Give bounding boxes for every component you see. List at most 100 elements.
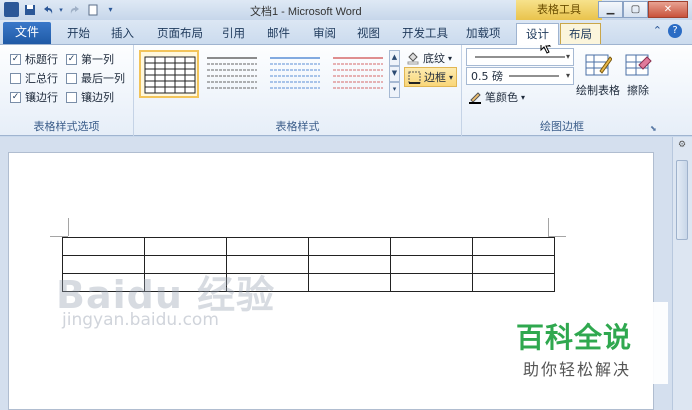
checkbox-box[interactable]: ✓ bbox=[66, 53, 77, 65]
line-weight-dropdown[interactable]: 0.5 磅 ▾ bbox=[466, 67, 574, 85]
checkbox-banded-rows[interactable]: ✓ 镶边行 bbox=[10, 89, 58, 105]
table-style-grid[interactable] bbox=[139, 50, 199, 98]
gallery-down-icon[interactable]: ▼ bbox=[389, 66, 400, 82]
shading-button[interactable]: 底纹 ▾ bbox=[406, 50, 452, 66]
minimize-icon[interactable]: ▁ bbox=[598, 1, 623, 18]
eraser-label: 擦除 bbox=[627, 84, 649, 97]
ribbon-tabs: 文件 开始 插入 页面布局 引用 邮件 审阅 视图 开发工具 加载项 设计 布局… bbox=[0, 20, 692, 45]
table-cell[interactable] bbox=[308, 255, 391, 274]
window-title: 文档1 - Microsoft Word bbox=[250, 6, 362, 18]
table-cell[interactable] bbox=[144, 237, 227, 256]
shading-label: 底纹 bbox=[423, 52, 445, 65]
draw-table-button[interactable]: 绘制表格 bbox=[576, 51, 620, 98]
checkbox-label: 第一列 bbox=[81, 53, 114, 66]
chevron-down-icon: ▾ bbox=[521, 92, 526, 102]
new-document-icon[interactable] bbox=[85, 2, 100, 17]
paint-bucket-icon bbox=[407, 52, 419, 65]
tab-mailings[interactable]: 邮件 bbox=[267, 23, 290, 44]
checkbox-label: 最后一列 bbox=[81, 72, 125, 85]
table-cell[interactable] bbox=[308, 237, 391, 256]
borders-button[interactable]: 边框 ▾ bbox=[404, 67, 458, 87]
help-icon[interactable]: ? bbox=[668, 24, 682, 38]
window-controls: ▁ ▢ ✕ bbox=[598, 1, 688, 18]
brand-title: 百科全说 bbox=[516, 321, 633, 354]
checkbox-banded-columns[interactable]: 镶边列 bbox=[66, 89, 114, 105]
table-cell[interactable] bbox=[472, 273, 555, 292]
checkbox-label: 镶边行 bbox=[25, 91, 58, 104]
borders-icon bbox=[408, 71, 421, 84]
tab-file[interactable]: 文件 bbox=[3, 22, 51, 44]
table-style-light-blue[interactable] bbox=[265, 50, 325, 98]
brand-subtitle: 助你轻松解决 bbox=[523, 360, 632, 379]
checkbox-box[interactable] bbox=[66, 72, 77, 84]
group-label: 表格样式选项 bbox=[33, 120, 100, 133]
quick-access-toolbar: W ▾ ▾ bbox=[4, 2, 118, 17]
dialog-launcher-icon[interactable]: ⬊ bbox=[650, 124, 657, 133]
close-icon[interactable]: ✕ bbox=[648, 1, 688, 18]
ribbon: ✓ 标题行 ✓ 第一列 汇总行 最后一列 ✓ 镶边行 镶边列 表格样式选项 表格样式 bbox=[0, 44, 692, 136]
style-gallery-scroller: ▲ ▼ ▾ bbox=[389, 50, 400, 98]
line-weight-value: 0.5 磅 bbox=[471, 70, 503, 83]
table-style-plain-gray[interactable] bbox=[202, 50, 262, 98]
pen-color-button[interactable]: 笔颜色 ▾ bbox=[468, 89, 525, 105]
checkbox-box[interactable] bbox=[10, 72, 21, 84]
tab-page-layout[interactable]: 页面布局 bbox=[157, 23, 203, 44]
checkbox-first-column[interactable]: ✓ 第一列 bbox=[66, 51, 114, 67]
table-cell[interactable] bbox=[472, 237, 555, 256]
table-cell[interactable] bbox=[390, 255, 473, 274]
pen-icon bbox=[469, 92, 481, 104]
tab-view[interactable]: 视图 bbox=[357, 23, 380, 44]
gallery-more-icon[interactable]: ▾ bbox=[389, 82, 400, 98]
redo-icon[interactable] bbox=[67, 2, 82, 17]
chevron-down-icon: ▾ bbox=[565, 52, 570, 61]
tab-layout[interactable]: 布局 bbox=[560, 23, 601, 44]
tab-design[interactable]: 设计 bbox=[516, 23, 559, 45]
table-style-gallery bbox=[137, 50, 399, 104]
customize-qat-icon[interactable]: ▾ bbox=[103, 2, 118, 17]
tab-add-ins[interactable]: 加载项 bbox=[466, 23, 501, 44]
chevron-down-icon: ▾ bbox=[565, 71, 570, 80]
draw-table-icon bbox=[585, 54, 612, 76]
save-icon[interactable] bbox=[22, 2, 37, 17]
minimize-ribbon-icon[interactable]: ⌃ bbox=[653, 24, 662, 38]
group-label: 表格样式 bbox=[275, 120, 320, 133]
table-row[interactable] bbox=[62, 237, 555, 256]
tab-references[interactable]: 引用 bbox=[222, 23, 245, 44]
tab-developer[interactable]: 开发工具 bbox=[402, 23, 448, 44]
pen-color-label: 笔颜色 bbox=[485, 91, 518, 104]
draw-table-label: 绘制表格 bbox=[576, 84, 620, 97]
checkbox-total-row[interactable]: 汇总行 bbox=[10, 70, 58, 86]
checkbox-label: 汇总行 bbox=[25, 72, 58, 85]
table-cell[interactable] bbox=[308, 273, 391, 292]
undo-icon[interactable] bbox=[40, 2, 55, 17]
checkbox-box[interactable] bbox=[66, 91, 77, 103]
undo-dropdown-icon[interactable]: ▾ bbox=[58, 2, 64, 17]
ruler-toggle-icon[interactable]: ⚙ bbox=[676, 140, 688, 154]
word-app-icon[interactable]: W bbox=[4, 2, 19, 17]
table-tools-context-title: 表格工具 bbox=[516, 0, 602, 20]
gallery-up-icon[interactable]: ▲ bbox=[389, 50, 400, 66]
line-style-dropdown[interactable]: ▾ bbox=[466, 48, 574, 66]
tab-home[interactable]: 开始 bbox=[67, 23, 90, 44]
checkbox-label: 镶边列 bbox=[81, 91, 114, 104]
table-cell[interactable] bbox=[390, 237, 473, 256]
checkbox-header-row[interactable]: ✓ 标题行 bbox=[10, 51, 58, 67]
table-cell[interactable] bbox=[62, 237, 145, 256]
brand-watermark: 百科全说 助你轻松解决 bbox=[493, 302, 668, 384]
line-style-preview bbox=[475, 56, 565, 58]
table-cell[interactable] bbox=[472, 255, 555, 274]
table-style-light-red[interactable] bbox=[328, 50, 388, 98]
table-style-options-group: ✓ 标题行 ✓ 第一列 汇总行 最后一列 ✓ 镶边行 镶边列 表格样式选项 bbox=[0, 45, 134, 136]
baidu-watermark-url: jingyan.baidu.com bbox=[62, 310, 219, 330]
scrollbar-thumb[interactable] bbox=[676, 160, 688, 240]
table-cell[interactable] bbox=[226, 237, 309, 256]
eraser-button[interactable]: 擦除 bbox=[624, 51, 652, 98]
tab-insert[interactable]: 插入 bbox=[111, 23, 134, 44]
crop-mark bbox=[68, 218, 69, 236]
table-cell[interactable] bbox=[390, 273, 473, 292]
checkbox-box[interactable]: ✓ bbox=[10, 53, 21, 65]
checkbox-last-column[interactable]: 最后一列 bbox=[66, 70, 125, 86]
tab-review[interactable]: 审阅 bbox=[313, 23, 336, 44]
checkbox-box[interactable]: ✓ bbox=[10, 91, 21, 103]
maximize-icon[interactable]: ▢ bbox=[623, 1, 648, 18]
